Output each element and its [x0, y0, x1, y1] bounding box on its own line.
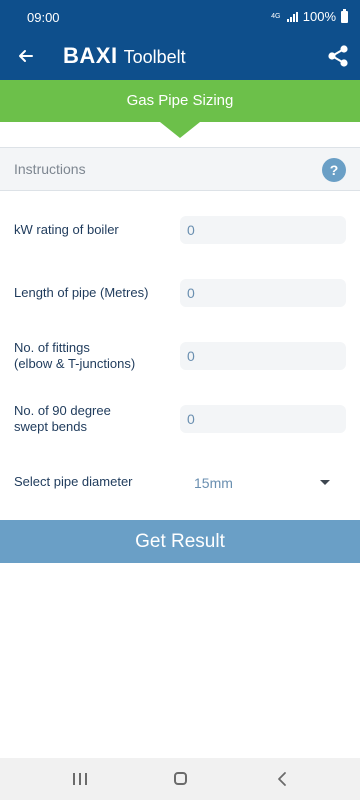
- get-result-button[interactable]: Get Result: [0, 520, 360, 563]
- status-indicators: 4G 100%: [270, 8, 348, 24]
- pipe-length-label: Length of pipe (Metres): [14, 285, 149, 300]
- instructions-row[interactable]: Instructions ?: [0, 147, 360, 191]
- swept-bends-input[interactable]: [180, 405, 346, 433]
- boiler-kw-label: kW rating of boiler: [14, 222, 119, 237]
- app-bar: BAXI Toolbelt: [0, 32, 360, 80]
- app-name: Toolbelt: [123, 47, 186, 67]
- page-title: Gas Pipe Sizing: [126, 92, 234, 109]
- status-time: 09:00: [27, 10, 60, 25]
- pipe-diameter-value: 15mm: [194, 475, 233, 491]
- fittings-count-input[interactable]: [180, 342, 346, 370]
- fittings-count-label: No. of fittings (elbow & T-junctions): [14, 340, 136, 371]
- battery-percentage: 100%: [302, 9, 336, 24]
- instructions-label: Instructions: [14, 161, 86, 177]
- swept-bends-label: No. of 90 degree swept bends: [14, 403, 111, 434]
- network-type-indicator: 4G: [271, 13, 281, 20]
- share-icon: [328, 45, 348, 67]
- tool-title-banner: Gas Pipe Sizing: [0, 80, 360, 122]
- signal-strength-icon: [286, 11, 298, 22]
- dropdown-arrow-icon: [320, 480, 330, 485]
- battery-icon: [341, 8, 348, 23]
- baxi-logo: BAXI: [63, 43, 118, 68]
- share-button[interactable]: [324, 42, 352, 70]
- arrow-left-icon: [19, 50, 33, 62]
- app-brand: BAXI Toolbelt: [63, 43, 186, 69]
- banner-pointer: [160, 122, 200, 138]
- help-icon[interactable]: ?: [322, 158, 346, 182]
- status-bar: 09:00 4G 100%: [0, 0, 360, 32]
- system-navigation-bar: [0, 758, 360, 800]
- pipe-diameter-label: Select pipe diameter: [14, 474, 133, 489]
- pipe-length-input[interactable]: [180, 279, 346, 307]
- boiler-kw-input[interactable]: [180, 216, 346, 244]
- back-nav-icon[interactable]: [276, 771, 288, 787]
- back-button[interactable]: [12, 42, 40, 70]
- pipe-diameter-select[interactable]: 15mm: [180, 468, 346, 496]
- home-icon[interactable]: [174, 772, 187, 785]
- recent-apps-icon[interactable]: [73, 773, 87, 785]
